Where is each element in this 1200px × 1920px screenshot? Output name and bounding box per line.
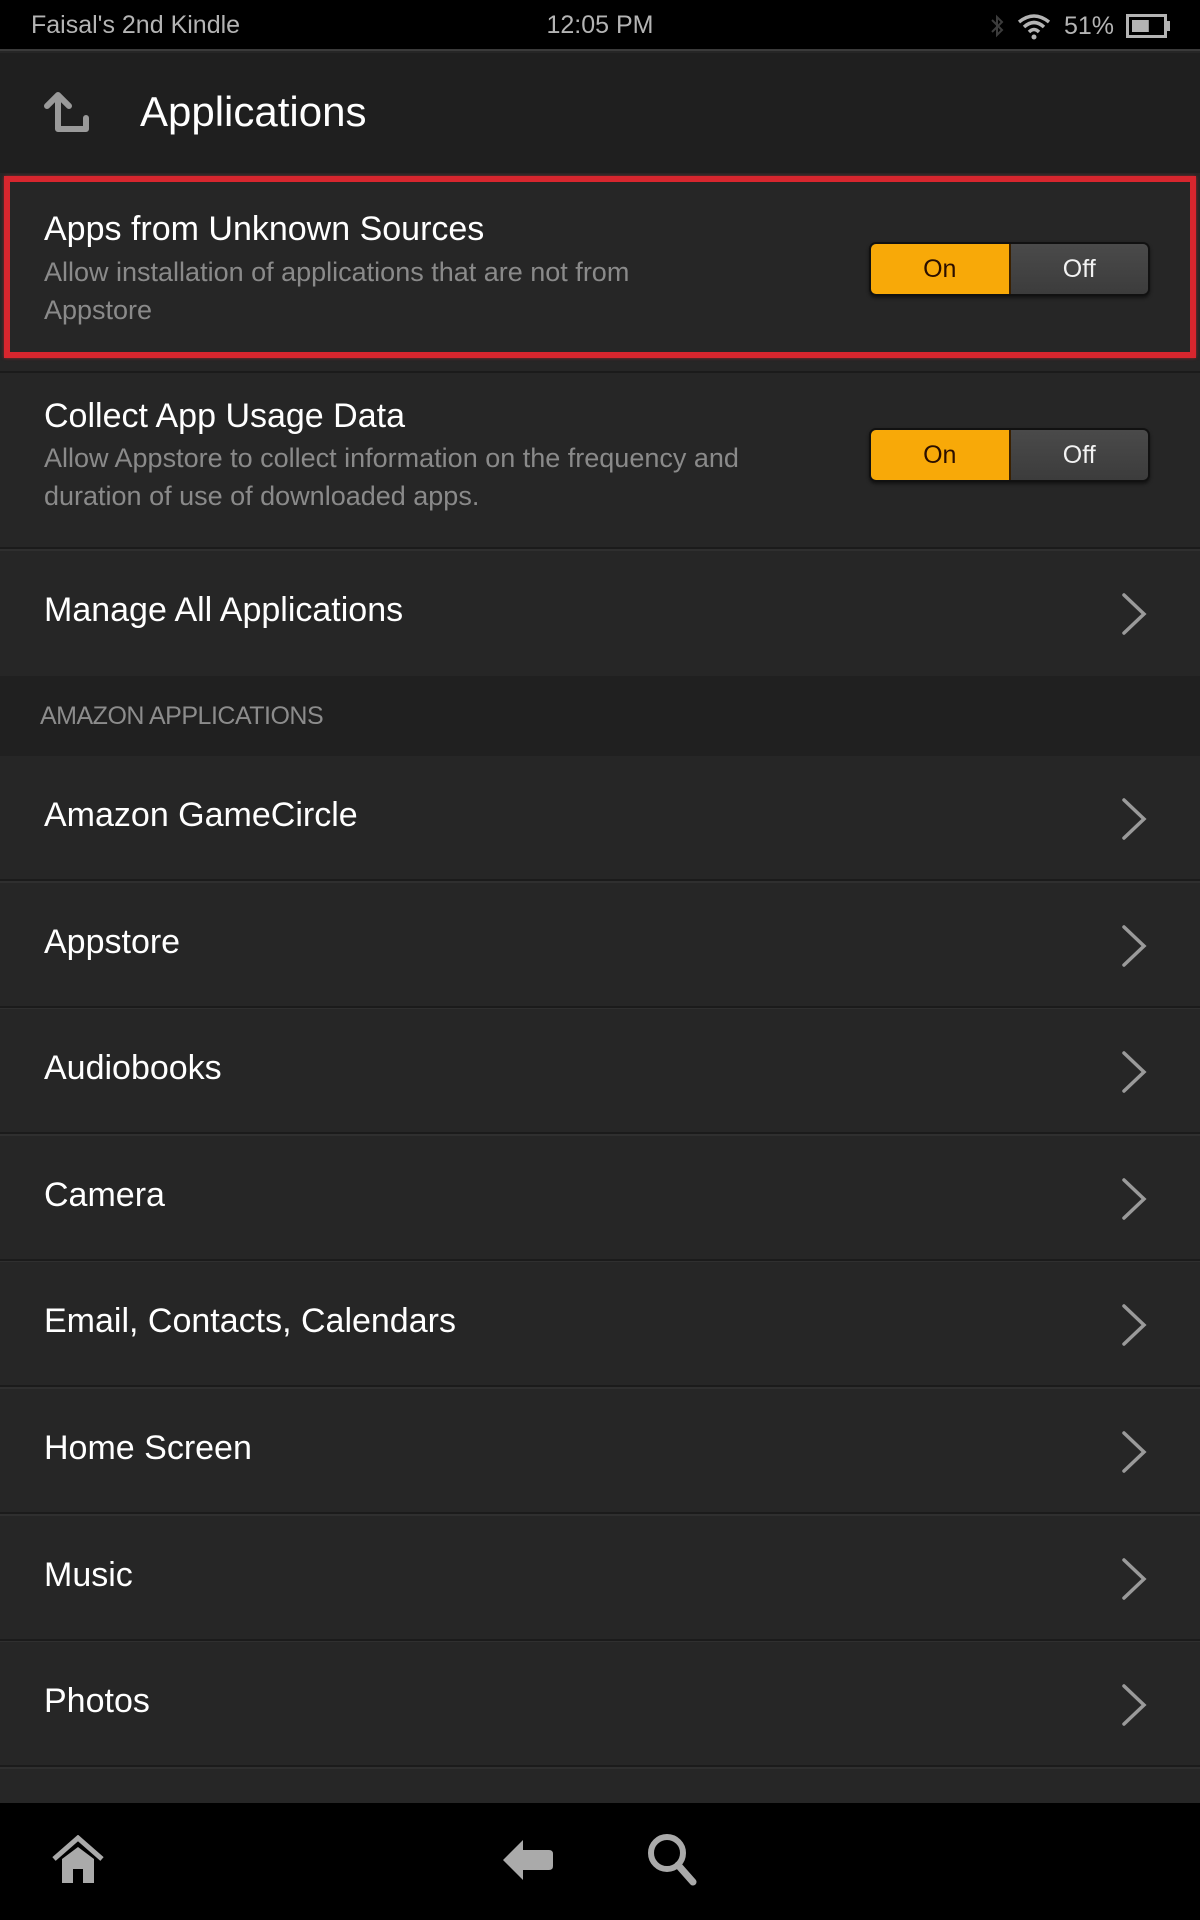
setting-label: Apps from Unknown Sources (44, 210, 485, 248)
list-item-audiobooks[interactable]: Audiobooks (0, 1009, 1200, 1135)
row-label: Appstore (44, 922, 181, 961)
list-item-email-contacts-calendars[interactable]: Email, Contacts, Calendars (0, 1262, 1200, 1388)
list-item-photos[interactable]: Photos (0, 1642, 1200, 1768)
usage-data-toggle[interactable]: On Off (869, 428, 1150, 482)
chevron-right-icon (1122, 1684, 1147, 1726)
search-button[interactable] (643, 1832, 703, 1893)
chevron-right-icon (1122, 1051, 1147, 1093)
row-label: Music (44, 1555, 133, 1594)
section-header: AMAZON APPLICATIONS (0, 676, 1200, 756)
up-button[interactable] (40, 91, 96, 141)
back-icon (501, 1838, 555, 1887)
row-label: Camera (44, 1175, 165, 1214)
chevron-right-icon (1122, 1304, 1147, 1347)
list-item-partial[interactable] (0, 1771, 1200, 1803)
list-item-music[interactable]: Music (0, 1515, 1200, 1641)
row-label: Photos (44, 1682, 150, 1721)
search-icon (645, 1832, 701, 1893)
bottom-nav-bar (0, 1803, 1200, 1920)
row-label: Amazon GameCircle (44, 796, 358, 834)
back-button[interactable] (498, 1835, 558, 1890)
home-button[interactable] (48, 1834, 108, 1890)
list-item-camera[interactable]: Camera (0, 1135, 1200, 1261)
setting-row-usage-data: Collect App Usage Data Allow Appstore to… (0, 373, 1200, 549)
list-item-amazon-gamecircle[interactable]: Amazon GameCircle (0, 756, 1200, 881)
page-title: Applications (140, 88, 367, 135)
toggle-on-button[interactable]: On (871, 244, 1011, 294)
row-label: Email, Contacts, Calendars (44, 1302, 456, 1341)
setting-description: Allow Appstore to collect information on… (44, 443, 739, 511)
manage-all-applications-row[interactable]: Manage All Applications (0, 551, 1200, 676)
list-item-home-screen[interactable]: Home Screen (0, 1389, 1200, 1514)
toggle-on-button[interactable]: On (871, 430, 1011, 480)
section-title: AMAZON APPLICATIONS (40, 702, 324, 730)
chevron-right-icon (1122, 924, 1147, 967)
wifi-icon (1016, 12, 1052, 40)
toggle-off-button[interactable]: Off (1010, 244, 1148, 294)
bluetooth-icon (990, 12, 1004, 40)
unknown-sources-toggle[interactable]: On Off (869, 242, 1150, 296)
status-bar: Faisal's 2nd Kindle 12:05 PM 51% (0, 0, 1200, 51)
chevron-right-icon (1122, 1557, 1147, 1600)
home-icon (50, 1834, 106, 1890)
chevron-right-icon (1122, 593, 1147, 635)
row-label: Audiobooks (44, 1049, 222, 1088)
chevron-right-icon (1122, 1431, 1147, 1473)
battery-percent: 51% (1063, 11, 1114, 40)
setting-label: Collect App Usage Data (44, 397, 405, 435)
setting-description: Allow installation of applications that … (44, 257, 630, 325)
chevron-right-icon (1122, 798, 1147, 840)
chevron-right-icon (1122, 1178, 1147, 1220)
toggle-off-button[interactable]: Off (1010, 430, 1148, 480)
row-label: Home Screen (44, 1429, 252, 1467)
setting-row-unknown-sources: Apps from Unknown Sources Allow installa… (0, 173, 1200, 373)
list-item-appstore[interactable]: Appstore (0, 882, 1200, 1008)
row-label: Manage All Applications (44, 591, 404, 629)
up-arrow-icon (43, 91, 93, 141)
status-time: 12:05 PM (546, 11, 654, 39)
battery-icon (1126, 13, 1172, 39)
device-name: Faisal's 2nd Kindle (31, 11, 241, 39)
app-header: Applications (0, 53, 1200, 173)
